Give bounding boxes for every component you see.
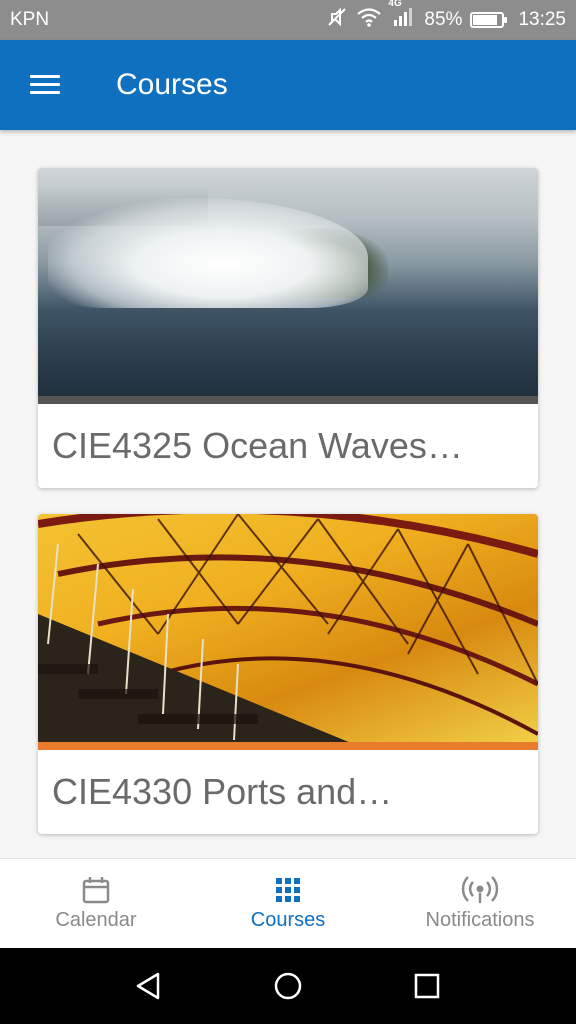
- nav-label-notifications: Notifications: [425, 909, 535, 931]
- home-circle-icon: [274, 972, 302, 1000]
- recents-square-icon: [414, 973, 439, 999]
- status-bar: KPN 4G 85% 13:25: [0, 0, 576, 40]
- menu-button[interactable]: [0, 40, 90, 130]
- broadcast-icon: [460, 875, 500, 905]
- ocean-wave-image: [38, 168, 538, 404]
- mute-icon: [326, 6, 348, 34]
- network-type-label: 4G: [388, 0, 402, 9]
- back-button[interactable]: [129, 966, 169, 1006]
- course-title: CIE4325 Ocean Waves…: [52, 425, 463, 466]
- page-title: Courses: [116, 68, 228, 101]
- course-list: CIE4325 Ocean Waves… CIE4330 Ports and…: [0, 130, 576, 858]
- nav-label-calendar: Calendar: [55, 909, 137, 931]
- home-button[interactable]: [268, 966, 308, 1006]
- stadium-roof-image: [38, 514, 538, 750]
- system-navigation-bar: [0, 948, 576, 1024]
- hamburger-icon: [30, 75, 60, 95]
- bottom-navigation: Calendar Courses Notifications: [0, 858, 576, 948]
- back-triangle-icon: [137, 972, 160, 1000]
- clock: 13:25: [518, 9, 566, 30]
- grid-icon: [274, 875, 302, 905]
- app-bar: Courses: [0, 40, 576, 130]
- wifi-icon: [356, 6, 382, 34]
- nav-item-calendar[interactable]: Calendar: [0, 859, 192, 948]
- course-card[interactable]: CIE4330 Ports and…: [38, 514, 538, 834]
- recents-button[interactable]: [407, 966, 447, 1006]
- battery-icon: [470, 12, 508, 28]
- course-card[interactable]: CIE4325 Ocean Waves…: [38, 168, 538, 488]
- calendar-icon: [81, 875, 111, 905]
- nav-item-notifications[interactable]: Notifications: [384, 859, 576, 948]
- nav-label-courses: Courses: [250, 909, 326, 931]
- status-icons: 4G 85% 13:25: [326, 0, 566, 34]
- course-title: CIE4330 Ports and…: [52, 771, 393, 812]
- battery-percent: 85%: [424, 9, 463, 30]
- cell-signal-icon: 4G: [388, 0, 416, 34]
- nav-item-courses[interactable]: Courses: [192, 859, 384, 948]
- carrier-label: KPN: [10, 9, 50, 30]
